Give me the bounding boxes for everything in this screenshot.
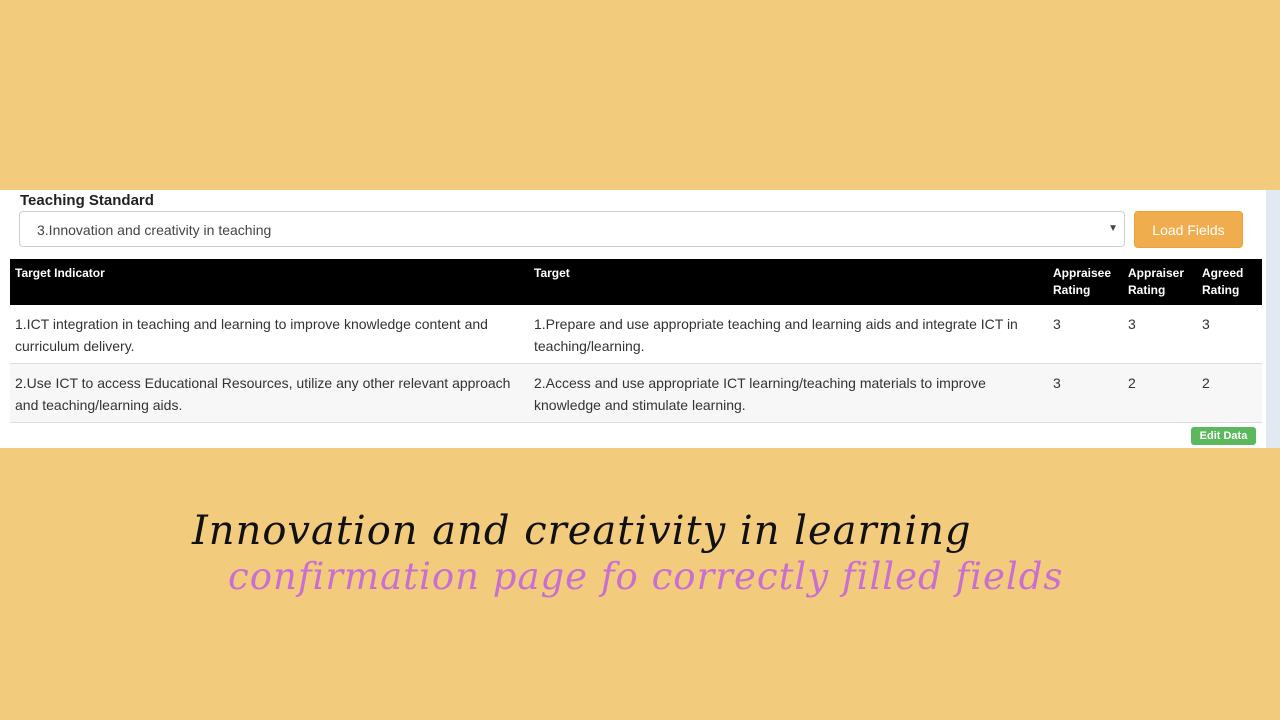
edit-data-button[interactable]: Edit Data [1191,427,1256,445]
cell-appraisee-rating: 3 [1048,363,1123,423]
cell-target-indicator: 2.Use ICT to access Educational Resource… [10,363,529,423]
cell-appraisee-rating: 3 [1048,305,1123,364]
teaching-standard-select[interactable]: 3.Innovation and creativity in teaching … [19,211,1125,247]
select-value: 3.Innovation and creativity in teaching [37,222,272,238]
chevron-down-icon: ▼ [1108,223,1118,234]
load-fields-button[interactable]: Load Fields [1134,211,1243,248]
header-target: Target [529,259,1048,305]
header-agreed-rating: Agreed Rating [1197,259,1262,305]
caption-title: Innovation and creativity in learning [192,508,972,554]
header-target-indicator: Target Indicator [10,259,529,305]
caption-subtitle: confirmation page fo correctly filled fi… [228,555,1064,598]
teaching-standard-label: Teaching Standard [20,192,154,209]
ratings-table: Target Indicator Target Appraisee Rating… [10,259,1262,423]
cell-agreed-rating: 3 [1197,305,1262,364]
cell-target-indicator: 1.ICT integration in teaching and learni… [10,305,529,364]
appraisal-panel: Teaching Standard 3.Innovation and creat… [0,190,1280,448]
header-appraiser-rating: Appraiser Rating [1123,259,1197,305]
table-row: 1.ICT integration in teaching and learni… [10,305,1262,364]
table-header-row: Target Indicator Target Appraisee Rating… [10,259,1262,305]
cell-appraiser-rating: 3 [1123,305,1197,364]
cell-appraiser-rating: 2 [1123,363,1197,423]
table-row: 2.Use ICT to access Educational Resource… [10,363,1262,423]
cell-agreed-rating: 2 [1197,363,1262,423]
header-appraisee-rating: Appraisee Rating [1048,259,1123,305]
scrollbar[interactable] [1266,190,1280,448]
cell-target: 1.Prepare and use appropriate teaching a… [529,305,1048,364]
cell-target: 2.Access and use appropriate ICT learnin… [529,363,1048,423]
